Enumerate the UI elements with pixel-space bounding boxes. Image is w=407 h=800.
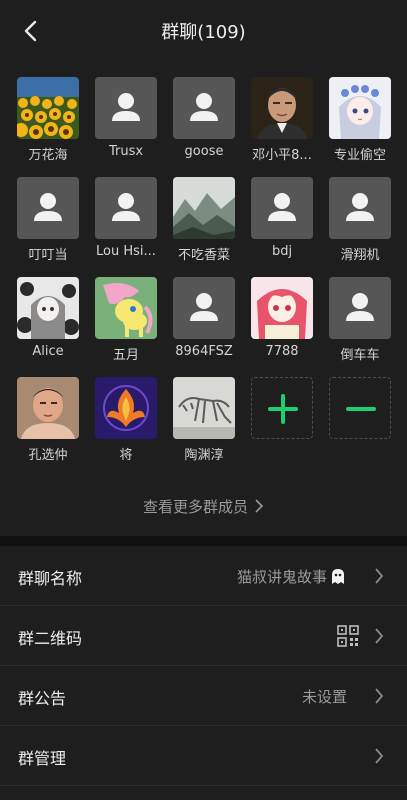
member-item[interactable]: 8964FSZ bbox=[173, 277, 235, 367]
member-item[interactable]: 孔选仲 bbox=[17, 377, 79, 467]
remove-member-button[interactable] bbox=[329, 377, 391, 467]
member-name: 邓小平8... bbox=[252, 148, 312, 163]
member-name: 将 bbox=[119, 448, 133, 463]
member-name: bdj bbox=[271, 244, 293, 259]
member-name: 孔选仲 bbox=[28, 448, 68, 463]
anime-avatar bbox=[17, 277, 79, 339]
member-name: 滑翔机 bbox=[340, 248, 380, 263]
header: 群聊(109) bbox=[0, 0, 407, 62]
default-avatar-icon bbox=[95, 177, 157, 239]
settings-list: 群聊名称 猫叔讲鬼故事 群二维码 群公告 未设置 群管理 bbox=[0, 546, 407, 786]
default-avatar-icon bbox=[329, 177, 391, 239]
member-name: Lou Hsi... bbox=[96, 244, 156, 259]
row-label: 群公告 bbox=[18, 689, 67, 708]
member-name: 五月 bbox=[112, 348, 139, 363]
member-item[interactable]: 邓小平8... bbox=[251, 77, 313, 167]
member-item[interactable]: 滑翔机 bbox=[329, 177, 391, 267]
portrait-avatar bbox=[251, 77, 313, 139]
default-avatar-icon bbox=[251, 177, 313, 239]
member-item[interactable]: 万花海 bbox=[17, 77, 79, 167]
default-avatar-icon bbox=[17, 177, 79, 239]
member-item[interactable]: bdj bbox=[251, 177, 313, 267]
member-item[interactable]: 叮叮当 bbox=[17, 177, 79, 267]
member-name: 不吃香菜 bbox=[177, 248, 230, 263]
chevron-right-icon bbox=[254, 498, 264, 516]
page-title: 群聊(109) bbox=[161, 22, 246, 43]
member-item[interactable]: Trusx bbox=[95, 77, 157, 167]
group-qr-code-row[interactable]: 群二维码 bbox=[0, 606, 407, 666]
view-more-members-link[interactable]: 查看更多群成员 bbox=[0, 496, 407, 517]
plus-icon bbox=[251, 377, 313, 439]
minus-icon bbox=[329, 377, 391, 439]
group-name-value: 猫叔讲鬼故事 bbox=[237, 566, 347, 587]
chevron-right-icon bbox=[373, 566, 385, 586]
sunflower-avatar bbox=[17, 77, 79, 139]
member-item[interactable]: goose bbox=[173, 77, 235, 167]
member-name: Alice bbox=[32, 344, 64, 359]
member-name: 专业偷空 bbox=[333, 148, 386, 163]
dinosaur-avatar bbox=[173, 377, 235, 439]
phoenix-avatar bbox=[95, 377, 157, 439]
chevron-right-icon bbox=[373, 746, 385, 766]
default-avatar-icon bbox=[173, 277, 235, 339]
member-item[interactable]: 不吃香菜 bbox=[173, 177, 235, 267]
member-item[interactable]: 专业偷空 bbox=[329, 77, 391, 167]
group-name-text: 猫叔讲鬼故事 bbox=[236, 568, 327, 586]
member-item[interactable]: 7788 bbox=[251, 277, 313, 367]
group-announcement-row[interactable]: 群公告 未设置 bbox=[0, 666, 407, 726]
group-management-row[interactable]: 群管理 bbox=[0, 726, 407, 786]
row-label: 群管理 bbox=[18, 749, 67, 768]
anime-avatar bbox=[329, 77, 391, 139]
member-name: 倒车车 bbox=[340, 348, 380, 363]
member-name: 陶渊淳 bbox=[184, 448, 224, 463]
member-name: 7788 bbox=[265, 344, 299, 359]
member-item[interactable]: Alice bbox=[17, 277, 79, 367]
member-name: goose bbox=[184, 144, 224, 159]
default-avatar-icon bbox=[95, 77, 157, 139]
photo-avatar bbox=[17, 377, 79, 439]
mountain-avatar bbox=[173, 177, 235, 239]
default-avatar-icon bbox=[329, 277, 391, 339]
section-divider bbox=[0, 536, 407, 546]
member-item[interactable]: 将 bbox=[95, 377, 157, 467]
announcement-value: 未设置 bbox=[301, 688, 347, 706]
default-avatar-icon bbox=[173, 77, 235, 139]
add-member-button[interactable] bbox=[251, 377, 313, 467]
pony-avatar bbox=[95, 277, 157, 339]
member-name: Trusx bbox=[108, 144, 144, 159]
group-chat-info-screen: 群聊(109) 万花海 Trusx goose 邓小平8... 专业偷空 叮叮当… bbox=[0, 0, 407, 800]
member-item[interactable]: Lou Hsi... bbox=[95, 177, 157, 267]
chevron-right-icon bbox=[373, 626, 385, 646]
ghost-icon bbox=[332, 569, 344, 584]
group-name-row[interactable]: 群聊名称 猫叔讲鬼故事 bbox=[0, 546, 407, 606]
anime-avatar bbox=[251, 277, 313, 339]
row-label: 群聊名称 bbox=[18, 569, 83, 588]
member-item[interactable]: 倒车车 bbox=[329, 277, 391, 367]
member-item[interactable]: 陶渊淳 bbox=[173, 377, 235, 467]
row-label: 群二维码 bbox=[18, 629, 83, 648]
member-item[interactable]: 五月 bbox=[95, 277, 157, 367]
qr-code-icon bbox=[337, 625, 359, 647]
member-name: 8964FSZ bbox=[175, 344, 233, 359]
member-name: 叮叮当 bbox=[28, 248, 68, 263]
chevron-right-icon bbox=[373, 686, 385, 706]
member-name: 万花海 bbox=[28, 148, 68, 163]
view-more-members-label: 查看更多群成员 bbox=[142, 498, 248, 516]
